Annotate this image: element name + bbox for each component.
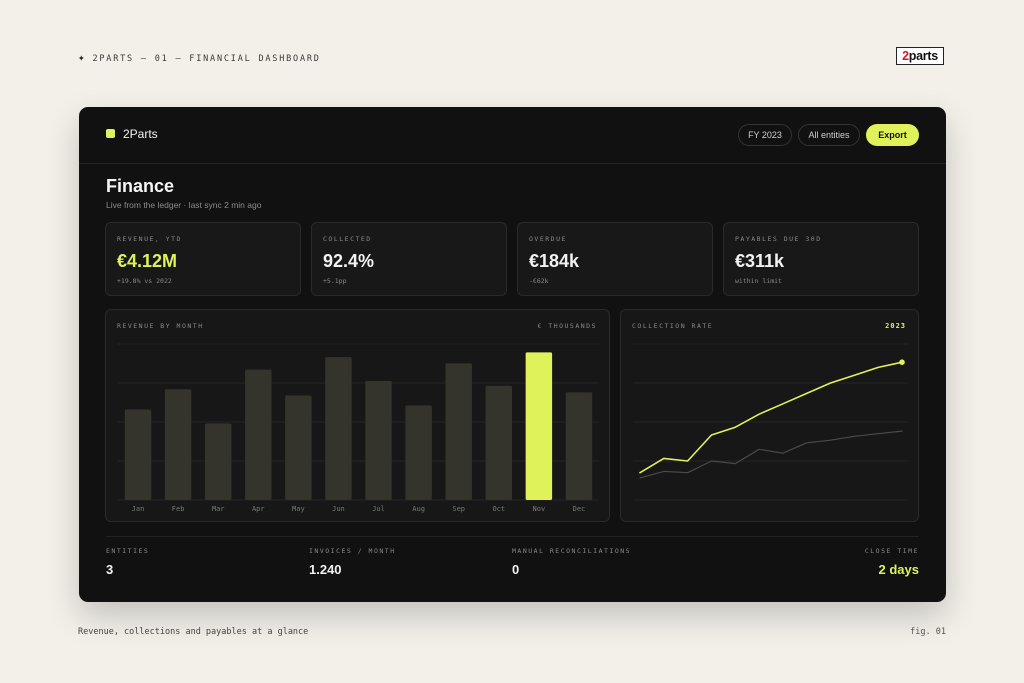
stat-reconciliations: MANUAL RECONCILIATIONS 0 xyxy=(512,547,631,577)
stat-close-time: CLOSE TIME 2 days xyxy=(865,547,919,577)
x-tick-label: Aug xyxy=(412,505,425,513)
header-bar: 2Parts FY 2023 All entities Export xyxy=(79,107,946,164)
kpi-sub: within limit xyxy=(735,277,782,285)
sparkle-icon: ✦ xyxy=(78,51,87,64)
x-tick-label: Jul xyxy=(372,505,385,513)
bar-jan xyxy=(124,409,152,500)
bar-oct xyxy=(485,385,513,500)
x-tick-label: Oct xyxy=(492,505,505,513)
stat-label: ENTITIES xyxy=(106,547,150,555)
kpi-card-revenue: REVENUE, YTD €4.12M +19.8% vs 2022 xyxy=(105,222,301,296)
kpi-label: OVERDUE xyxy=(529,235,567,243)
x-tick-label: Sep xyxy=(452,505,465,513)
collection-line-chart xyxy=(633,343,908,501)
series-end-point xyxy=(899,359,905,365)
x-tick-label: Apr xyxy=(252,505,265,513)
page-subtitle: Live from the ledger · last sync 2 min a… xyxy=(106,200,262,210)
kpi-card-overdue: OVERDUE €184k -€62k xyxy=(517,222,713,296)
x-tick-label: May xyxy=(292,505,305,513)
x-tick-label: Feb xyxy=(172,505,185,513)
bar-nov xyxy=(525,352,553,500)
bar-dec xyxy=(565,392,593,500)
kpi-label: COLLECTED xyxy=(323,235,372,243)
bar-jul xyxy=(365,380,392,500)
bar-feb xyxy=(164,389,192,500)
kpi-label: REVENUE, YTD xyxy=(117,235,182,243)
bar-mar xyxy=(204,423,232,500)
kpi-value: €184k xyxy=(529,251,580,271)
logo-text-a: 2 xyxy=(902,48,909,63)
bar-apr xyxy=(245,369,272,500)
brand-name: 2Parts xyxy=(123,127,158,141)
stat-value: 2 days xyxy=(878,562,919,577)
kpi-label: PAYABLES DUE 30D xyxy=(735,235,822,243)
dashboard-card: 2Parts FY 2023 All entities Export Finan… xyxy=(79,107,946,602)
stat-value: 0 xyxy=(512,562,520,577)
stat-value: 1.240 xyxy=(309,562,342,577)
x-tick-label: Nov xyxy=(533,505,546,513)
stat-label: MANUAL RECONCILIATIONS xyxy=(512,547,632,555)
brand-mark-icon xyxy=(106,129,115,138)
entities-filter[interactable]: All entities xyxy=(798,124,860,146)
stat-entities: ENTITIES 3 xyxy=(106,547,149,577)
kpi-value: 92.4% xyxy=(323,251,375,271)
page-title: Finance xyxy=(106,176,175,196)
bar-aug xyxy=(405,405,432,500)
x-tick-label: Mar xyxy=(212,505,225,513)
divider xyxy=(106,536,919,537)
stat-invoices: INVOICES / MONTH 1.240 xyxy=(309,547,396,577)
series-line-primary xyxy=(639,361,903,474)
logo: 2parts xyxy=(896,47,944,65)
kpi-value: €311k xyxy=(735,251,785,271)
stat-label: INVOICES / MONTH xyxy=(309,547,396,555)
x-tick-label: Jun xyxy=(332,505,345,513)
logo-text-b: parts xyxy=(908,48,938,63)
kpi-card-payables: PAYABLES DUE 30D €311k within limit xyxy=(723,222,919,296)
revenue-chart-panel: REVENUE BY MONTH € THOUSANDS Jan Feb Mar Ap… xyxy=(105,309,610,522)
bar-jun xyxy=(325,357,352,500)
stat-label: CLOSE TIME xyxy=(864,547,919,555)
top-label-text: 2PARTS — 01 — FINANCIAL DASHBOARD xyxy=(92,54,321,64)
kpi-value: €4.12M xyxy=(117,251,178,271)
revenue-bar-chart: Jan Feb Mar Apr May Jun Jul Aug Sep Oct Nov Dec xyxy=(118,343,599,513)
bar-may xyxy=(285,395,312,500)
bar-sep xyxy=(445,363,472,500)
fiscal-year-filter[interactable]: FY 2023 xyxy=(738,124,792,146)
series-line-secondary xyxy=(639,430,903,479)
figure-caption: Revenue, collections and payables at a g… xyxy=(78,627,309,637)
x-tick-label: Dec xyxy=(573,505,586,513)
collection-chart-panel: COLLECTION RATE 2023 xyxy=(620,309,919,522)
kpi-card-collected: COLLECTED 92.4% +5.1pp xyxy=(311,222,507,296)
export-button[interactable]: Export xyxy=(866,124,919,146)
kpi-sub: -€62k xyxy=(529,277,549,285)
top-label: ✦ 2PARTS — 01 — FINANCIAL DASHBOARD xyxy=(78,51,321,64)
kpi-sub: +19.8% vs 2022 xyxy=(117,277,172,285)
x-tick-label: Jan xyxy=(132,505,145,513)
stat-value: 3 xyxy=(106,562,114,577)
kpi-sub: +5.1pp xyxy=(323,277,347,285)
figure-label: fig. 01 xyxy=(910,627,946,637)
